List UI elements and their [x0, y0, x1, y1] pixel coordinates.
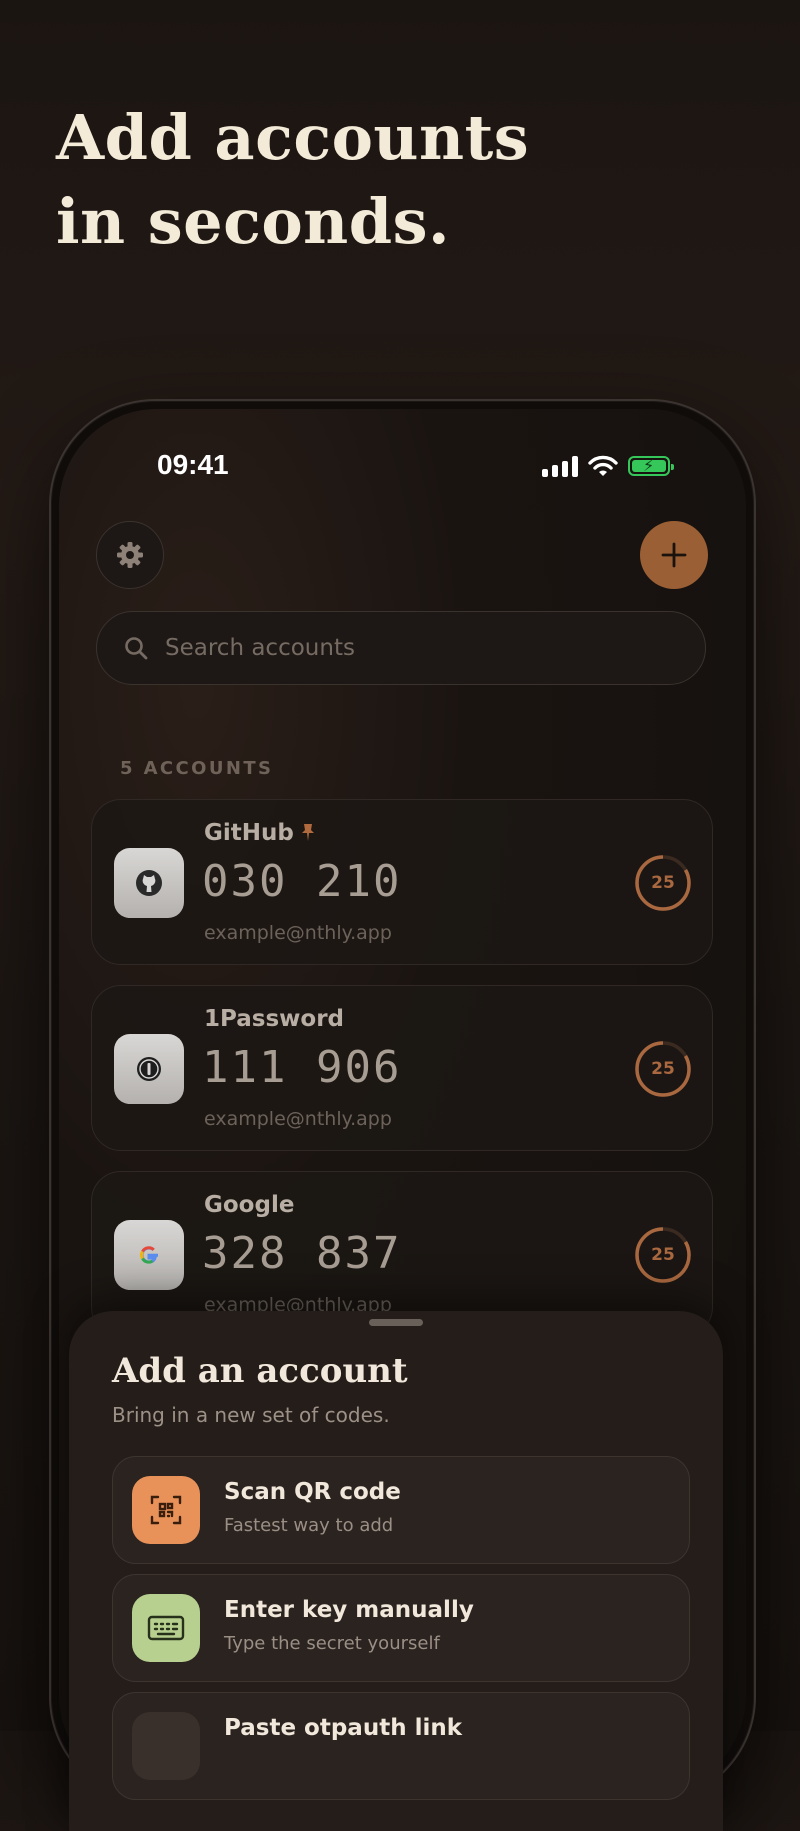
- sheet-subtitle: Bring in a new set of codes.: [112, 1403, 390, 1427]
- otp-code[interactable]: 030 210: [202, 856, 401, 907]
- countdown-timer: 25: [634, 854, 692, 912]
- timer-seconds: 25: [651, 873, 675, 893]
- countdown-timer: 25: [634, 1226, 692, 1284]
- option-title: Scan QR code: [224, 1479, 401, 1505]
- sheet-title: Add an account: [112, 1351, 408, 1391]
- search-icon: [125, 637, 148, 660]
- status-time: 09:41: [157, 449, 229, 480]
- link-icon: [132, 1712, 200, 1780]
- countdown-timer: 25: [634, 1040, 692, 1098]
- otp-code[interactable]: 111 906: [202, 1042, 401, 1093]
- wifi-icon: [588, 455, 618, 476]
- timer-seconds: 25: [651, 1245, 675, 1265]
- paste-link-option[interactable]: Paste otpauth link: [112, 1692, 690, 1800]
- option-title: Paste otpauth link: [224, 1715, 463, 1741]
- headline-line-2: in seconds.: [56, 185, 451, 258]
- accounts-count: 5 ACCOUNTS: [120, 758, 274, 779]
- account-name: GitHub: [204, 820, 294, 846]
- enter-key-option[interactable]: Enter key manually Type the secret yours…: [112, 1574, 690, 1682]
- add-account-button[interactable]: [640, 521, 708, 589]
- timer-seconds: 25: [651, 1059, 675, 1079]
- account-card[interactable]: 1Password 111 906 example@nthly.app 25: [91, 985, 713, 1151]
- account-name: 1Password: [204, 1006, 344, 1032]
- headline: Add accounts in seconds.: [56, 96, 529, 264]
- account-name: Google: [204, 1192, 295, 1218]
- battery-icon: ⚡: [628, 456, 674, 476]
- gear-icon: [117, 542, 143, 568]
- onepassword-icon: [114, 1034, 184, 1104]
- plus-icon: [661, 542, 687, 568]
- keyboard-icon: [132, 1594, 200, 1662]
- settings-button[interactable]: [96, 521, 164, 589]
- headline-line-1: Add accounts: [56, 101, 530, 174]
- account-email: example@nthly.app: [204, 922, 392, 944]
- google-icon: [114, 1220, 184, 1290]
- github-icon: [114, 848, 184, 918]
- sheet-drag-handle[interactable]: [369, 1319, 423, 1326]
- search-input[interactable]: Search accounts: [165, 635, 355, 661]
- cellular-signal-icon: [542, 455, 578, 477]
- status-icons: ⚡: [542, 455, 674, 477]
- account-email: example@nthly.app: [204, 1108, 392, 1130]
- search-bar[interactable]: Search accounts: [96, 611, 706, 685]
- otp-code[interactable]: 328 837: [202, 1228, 401, 1279]
- option-subtitle: Fastest way to add: [224, 1515, 394, 1536]
- add-account-sheet: Add an account Bring in a new set of cod…: [69, 1311, 723, 1831]
- qr-scan-icon: [132, 1476, 200, 1544]
- option-title: Enter key manually: [224, 1597, 474, 1623]
- account-card[interactable]: GitHub 030 210 example@nthly.app 25: [91, 799, 713, 965]
- pin-icon: [302, 824, 314, 841]
- option-subtitle: Type the secret yourself: [224, 1633, 440, 1654]
- scan-qr-option[interactable]: Scan QR code Fastest way to add: [112, 1456, 690, 1564]
